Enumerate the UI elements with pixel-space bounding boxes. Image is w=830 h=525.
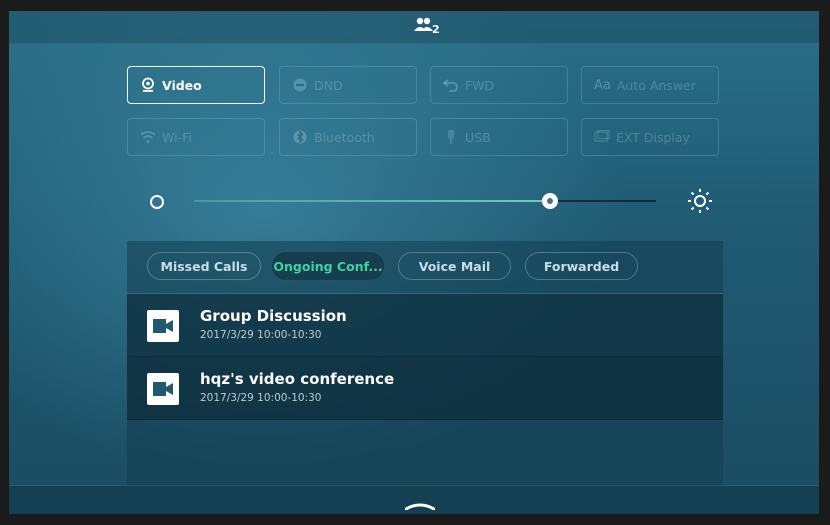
dnd-icon [292, 77, 308, 93]
bluetooth-icon [292, 129, 308, 145]
fwd-button[interactable]: FWD [430, 66, 568, 104]
video-conference-icon [147, 373, 179, 405]
brightness-low-icon [150, 195, 164, 209]
display-icon [594, 129, 610, 145]
dnd-label: DND [314, 77, 343, 93]
tab-label: Missed Calls [160, 258, 248, 274]
conference-time: 2017/3/29 10:00-10:30 [200, 329, 322, 341]
conference-item[interactable]: Group Discussion 2017/3/29 10:00-10:30 [127, 294, 723, 357]
wifi-button[interactable]: Wi-Fi [127, 118, 265, 156]
phone-screen: 2 Video DND FWD Aa Auto Answer Wi-Fi Blu… [9, 11, 819, 514]
usb-icon [443, 129, 459, 145]
ext-display-label: EXT Display [616, 129, 690, 145]
conference-item[interactable]: hqz's video conference 2017/3/29 10:00-1… [127, 357, 723, 420]
tab-bar: Missed Calls Ongoing Conf... Voice Mail … [127, 241, 723, 294]
tab-label: Forwarded [543, 258, 620, 274]
notification-panel: Missed Calls Ongoing Conf... Voice Mail … [127, 241, 723, 486]
tab-forwarded[interactable]: Forwarded [525, 252, 638, 280]
bluetooth-label: Bluetooth [314, 129, 375, 145]
camera-icon [140, 77, 156, 93]
video-conference-icon [147, 310, 179, 342]
tab-label: Ongoing Conf... [273, 258, 383, 274]
conference-title: hqz's video conference [200, 370, 395, 388]
bluetooth-button[interactable]: Bluetooth [279, 118, 417, 156]
dnd-button[interactable]: DND [279, 66, 417, 104]
wifi-label: Wi-Fi [162, 129, 192, 145]
tab-ongoing-conferences[interactable]: Ongoing Conf... [272, 252, 384, 280]
usb-button[interactable]: USB [430, 118, 568, 156]
wifi-icon [140, 129, 156, 145]
brightness-slider-remaining [554, 200, 656, 202]
auto-answer-label: Auto Answer [616, 77, 696, 93]
video-label: Video [162, 77, 202, 93]
bottom-bar [9, 485, 819, 514]
fwd-label: FWD [465, 77, 495, 93]
forward-icon [443, 77, 459, 93]
tab-missed-calls[interactable]: Missed Calls [147, 252, 261, 280]
tab-label: Voice Mail [418, 258, 491, 274]
status-bar: 2 [9, 11, 819, 44]
video-button[interactable]: Video [127, 66, 265, 104]
collapse-handle-icon[interactable] [405, 502, 435, 510]
brightness-slider-knob[interactable] [542, 193, 558, 209]
contacts-count: 2 [432, 23, 440, 36]
ext-display-button[interactable]: EXT Display [581, 118, 719, 156]
conference-title: Group Discussion [200, 307, 347, 325]
usb-label: USB [465, 129, 491, 145]
conference-time: 2017/3/29 10:00-10:30 [200, 392, 322, 404]
auto-answer-button[interactable]: Aa Auto Answer [581, 66, 719, 104]
tab-voice-mail[interactable]: Voice Mail [398, 252, 511, 280]
auto-answer-icon: Aa [594, 77, 611, 93]
brightness-high-icon [688, 189, 712, 213]
